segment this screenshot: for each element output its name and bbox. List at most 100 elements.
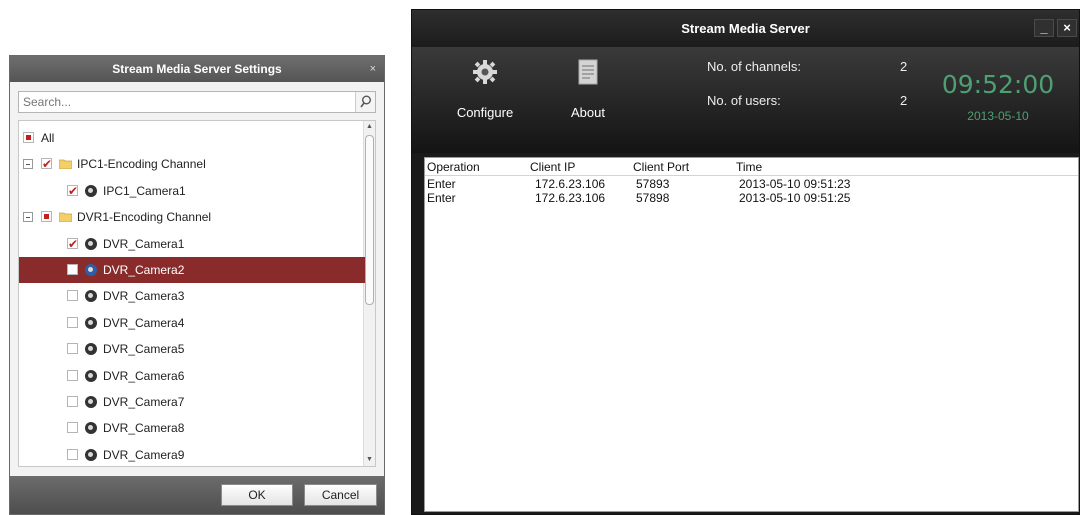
tree-item-label: IPC1-Encoding Channel [77, 157, 206, 172]
checkbox[interactable] [67, 290, 78, 302]
search-input[interactable] [19, 92, 349, 112]
camera-icon [85, 290, 97, 303]
log-cell-operation: Enter [427, 177, 456, 191]
about-button[interactable]: About [543, 47, 633, 153]
minimize-icon[interactable]: _ [1034, 19, 1054, 37]
tree-item[interactable]: DVR_Camera8 [19, 415, 365, 441]
tree-item-label: DVR_Camera5 [103, 342, 185, 357]
tree-item[interactable]: All [19, 125, 365, 151]
channel-tree: ▲ ▼ All IPC1-Encoding Channel IPC1_Camera1… [18, 120, 376, 467]
tree-item-label: DVR_Camera1 [103, 236, 185, 251]
tree-item[interactable]: IPC1_Camera1 [19, 178, 365, 204]
tree-item-label: All [41, 131, 55, 145]
tree-item-label: DVR_Camera7 [103, 395, 185, 409]
tree-item[interactable]: DVR_Camera7 [19, 389, 365, 415]
log-header-time[interactable]: Time [736, 160, 762, 174]
camera-icon [85, 184, 97, 197]
status-panel: No. of channels: 2 No. of users: 2 [707, 47, 947, 153]
tree-item[interactable]: DVR_Camera4 [19, 310, 365, 336]
tree-item-label: DVR_Camera3 [103, 289, 185, 304]
tree-item[interactable]: IPC1-Encoding Channel [19, 151, 365, 177]
checkbox[interactable] [67, 231, 78, 257]
checkbox[interactable] [67, 422, 78, 434]
camera-icon [85, 264, 97, 276]
folder-icon [59, 159, 72, 170]
tree-item-label: DVR_Camera9 [103, 447, 185, 462]
checkbox[interactable] [67, 448, 78, 460]
tree-item-label: DVR1-Encoding Channel [77, 210, 212, 225]
tree-item[interactable]: DVR1-Encoding Channel [19, 204, 365, 230]
server-titlebar: Stream Media Server [412, 10, 1079, 47]
camera-icon [85, 422, 97, 435]
tree-item-label: DVR_Camera6 [103, 368, 185, 383]
log-cell-client-ip: 172.6.23.106 [535, 191, 606, 205]
log-cell-time: 2013-05-10 09:51:23 [739, 177, 851, 191]
camera-icon [85, 343, 97, 356]
checkbox[interactable] [41, 211, 52, 223]
settings-dialog: Stream Media Server Settings × ▲ ▼ All IP… [9, 55, 385, 515]
checkbox[interactable] [41, 151, 52, 177]
clock-date: 2013-05-10 [967, 109, 1029, 123]
users-value: 2 [900, 93, 908, 108]
about-label: About [571, 105, 605, 120]
tree-item-label: DVR_Camera8 [103, 421, 185, 436]
collapse-icon[interactable] [23, 212, 33, 223]
log-header: Operation Client IP Client Port Time [425, 158, 1078, 176]
log-row[interactable]: Enter 172.6.23.106 57893 2013-05-10 09:5… [425, 177, 1078, 191]
close-icon[interactable]: × [1057, 19, 1077, 37]
scrollbar-thumb[interactable] [365, 135, 374, 305]
connection-log: Operation Client IP Client Port Time Ent… [424, 157, 1079, 512]
tree-item[interactable]: DVR_Camera5 [19, 336, 365, 362]
tree-item-label: DVR_Camera2 [103, 263, 185, 277]
log-row[interactable]: Enter 172.6.23.106 57898 2013-05-10 09:5… [425, 191, 1078, 205]
tree-item[interactable]: DVR_Camera1 [19, 231, 365, 257]
server-title: Stream Media Server [681, 21, 810, 36]
camera-icon [85, 237, 97, 250]
settings-title: Stream Media Server Settings [112, 62, 282, 76]
camera-icon [85, 448, 97, 461]
log-cell-client-ip: 172.6.23.106 [535, 177, 606, 191]
log-header-client-ip[interactable]: Client IP [530, 160, 575, 174]
scroll-up-icon[interactable]: ▲ [364, 121, 375, 133]
tree-item[interactable]: DVR_Camera9 [19, 442, 365, 466]
tree-item-label: IPC1_Camera1 [103, 183, 186, 198]
checkbox[interactable] [67, 369, 78, 381]
checkbox[interactable] [67, 316, 78, 328]
camera-icon [85, 316, 97, 329]
scroll-down-icon[interactable]: ▼ [364, 454, 375, 466]
gear-icon [473, 60, 497, 84]
checkbox[interactable] [23, 132, 34, 143]
tree-item[interactable]: DVR_Camera3 [19, 283, 365, 309]
cancel-button[interactable]: Cancel [304, 484, 377, 506]
tree-item[interactable]: DVR_Camera2 [19, 257, 365, 283]
channels-label: No. of channels: [707, 59, 801, 74]
search-box [18, 91, 376, 113]
log-header-operation[interactable]: Operation [427, 160, 480, 174]
checkbox[interactable] [67, 178, 78, 204]
collapse-icon[interactable] [23, 159, 33, 170]
log-cell-operation: Enter [427, 191, 456, 205]
tree-item-label: DVR_Camera4 [103, 315, 185, 330]
camera-icon [85, 396, 97, 408]
clock-time: 09:52:00 [941, 70, 1055, 99]
folder-icon [59, 212, 72, 223]
close-icon[interactable]: × [370, 56, 376, 82]
search-icon [360, 95, 371, 108]
ok-button[interactable]: OK [221, 484, 293, 506]
dialog-footer: OK Cancel [10, 476, 384, 514]
document-icon [578, 59, 598, 85]
log-cell-client-port: 57893 [636, 177, 670, 191]
log-header-client-port[interactable]: Client Port [633, 160, 689, 174]
tree-item[interactable]: DVR_Camera6 [19, 363, 365, 389]
checkbox[interactable] [67, 264, 78, 275]
configure-label: Configure [456, 105, 514, 120]
log-cell-time: 2013-05-10 09:51:25 [739, 191, 851, 205]
checkbox[interactable] [67, 343, 78, 355]
log-cell-client-port: 57898 [636, 191, 670, 205]
users-label: No. of users: [707, 93, 781, 108]
checkbox[interactable] [67, 396, 78, 407]
channels-value: 2 [900, 59, 908, 74]
search-button[interactable] [355, 92, 375, 112]
configure-button[interactable]: Configure [440, 47, 530, 153]
settings-titlebar: Stream Media Server Settings × [10, 56, 384, 82]
